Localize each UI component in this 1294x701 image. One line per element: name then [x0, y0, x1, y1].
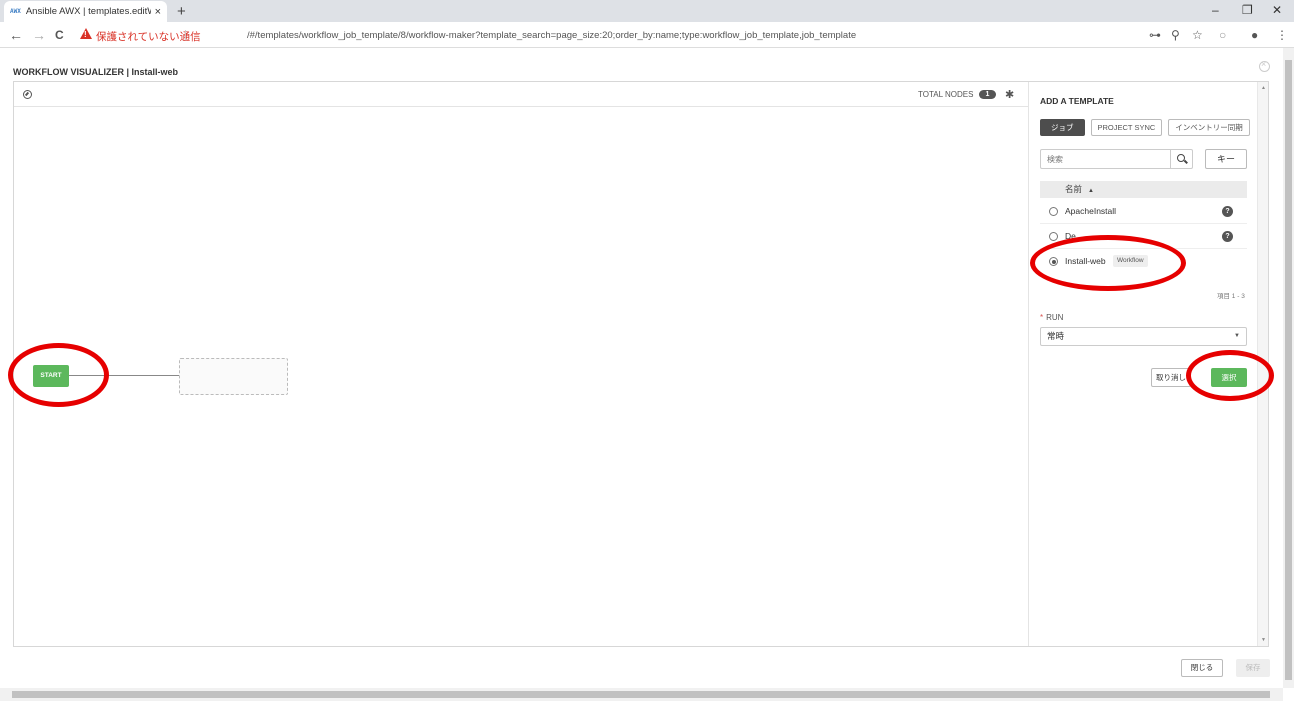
workflow-panel: TOTAL NODES 1 ✱ START ADD A TEMPLATE ジョブ…: [13, 81, 1269, 647]
key-button[interactable]: キー: [1205, 149, 1247, 169]
required-marker: *: [1040, 313, 1044, 322]
key-icon[interactable]: ⊶: [1149, 28, 1161, 42]
tab-title: Ansible AWX | templates.editWo: [25, 6, 151, 17]
page-scrollbar-vertical[interactable]: [1283, 48, 1294, 688]
scroll-up-icon[interactable]: ▲: [1261, 85, 1266, 91]
help-icon[interactable]: ?: [1222, 206, 1233, 217]
search-icon[interactable]: [1170, 150, 1192, 168]
highlight-circle-start: [8, 343, 109, 407]
search-box: [1040, 149, 1193, 169]
zoom-icon[interactable]: ⚲: [1171, 28, 1180, 42]
browser-tab[interactable]: AWX Ansible AWX | templates.editWo ×: [4, 1, 167, 22]
compass-icon[interactable]: [23, 90, 32, 99]
total-nodes-badge: 1: [979, 90, 996, 99]
star-icon[interactable]: ☆: [1192, 28, 1203, 42]
search-input[interactable]: [1041, 150, 1171, 168]
save-button[interactable]: 保存: [1236, 659, 1270, 677]
back-icon[interactable]: ←: [9, 27, 23, 43]
run-select[interactable]: 常時 ▼: [1040, 327, 1247, 346]
profile-icon[interactable]: ●: [1251, 28, 1258, 42]
window-close-icon[interactable]: ✕: [1272, 3, 1282, 17]
radio-button[interactable]: [1049, 207, 1058, 216]
browser-tab-bar: AWX Ansible AWX | templates.editWo × + –…: [0, 0, 1294, 22]
restore-icon[interactable]: ❐: [1242, 3, 1253, 17]
highlight-circle-install-web: [1030, 235, 1186, 291]
tab-job[interactable]: ジョブ: [1040, 119, 1085, 136]
template-type-tabs: ジョブ PROJECT SYNC インベントリー同期: [1040, 119, 1250, 136]
address-bar: ← → C ! 保護されていない通信 | /#/templates/workfl…: [0, 22, 1294, 48]
scroll-thumb[interactable]: [12, 691, 1270, 698]
highlight-circle-select: [1186, 350, 1274, 401]
warning-icon: !: [80, 28, 92, 39]
new-tab-icon[interactable]: +: [177, 3, 186, 20]
forward-icon[interactable]: →: [32, 27, 46, 43]
url-text[interactable]: /#/templates/workflow_job_template/8/wor…: [247, 30, 856, 41]
awx-favicon-icon: AWX: [10, 8, 21, 15]
template-name: ApacheInstall: [1065, 206, 1117, 216]
sidebar-title: ADD A TEMPLATE: [1040, 96, 1114, 106]
run-select-value: 常時: [1047, 331, 1065, 341]
total-nodes-label: TOTAL NODES: [918, 90, 974, 99]
canvas-header: TOTAL NODES 1 ✱: [14, 82, 1028, 107]
menu-icon[interactable]: ⋮: [1276, 28, 1288, 42]
minimize-icon[interactable]: –: [1212, 3, 1219, 17]
tab-inventory-sync[interactable]: インベントリー同期: [1168, 119, 1250, 136]
column-name-label: 名前: [1065, 184, 1083, 194]
reload-icon[interactable]: C: [55, 28, 64, 42]
sort-asc-icon: ▲: [1088, 188, 1094, 194]
list-header[interactable]: 名前 ▲: [1040, 181, 1247, 198]
placeholder-node[interactable]: [179, 358, 288, 395]
page-title: WORKFLOW VISUALIZER | Install-web: [13, 67, 179, 77]
page-scrollbar-horizontal[interactable]: [0, 688, 1283, 701]
scroll-thumb[interactable]: [1285, 60, 1292, 680]
tab-project-sync[interactable]: PROJECT SYNC: [1090, 119, 1163, 136]
pagination-text: 項目 1 - 3: [1217, 293, 1245, 300]
tab-close-icon[interactable]: ×: [155, 6, 161, 18]
caret-down-icon: ▼: [1234, 333, 1240, 339]
scroll-down-icon[interactable]: ▼: [1261, 637, 1266, 643]
close-circle-icon[interactable]: [1259, 59, 1270, 72]
gear-icon[interactable]: ✱: [1005, 88, 1014, 101]
cancel-button[interactable]: 取り消し: [1151, 368, 1191, 387]
url-separator: |: [184, 29, 187, 41]
run-label: * RUN: [1040, 313, 1063, 322]
close-button[interactable]: 閉じる: [1181, 659, 1223, 677]
extension-icon[interactable]: ○: [1219, 28, 1226, 42]
radio-button[interactable]: [1049, 232, 1058, 241]
help-icon[interactable]: ?: [1222, 231, 1233, 242]
run-label-text: RUN: [1046, 313, 1064, 322]
list-item[interactable]: ApacheInstall ?: [1040, 199, 1247, 224]
